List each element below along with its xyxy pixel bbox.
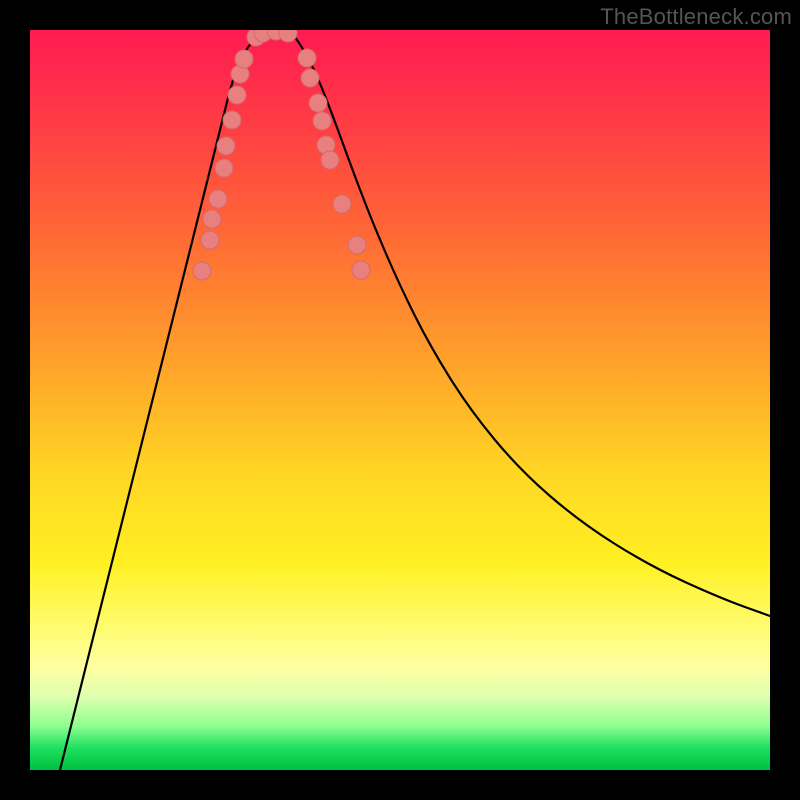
data-marker — [223, 111, 241, 129]
chart-svg — [30, 30, 770, 770]
data-marker — [333, 195, 351, 213]
data-marker — [215, 159, 233, 177]
data-marker — [201, 231, 219, 249]
chart-plot-area — [30, 30, 770, 770]
data-marker — [309, 94, 327, 112]
data-marker — [298, 49, 316, 67]
data-marker — [228, 86, 246, 104]
data-marker — [301, 69, 319, 87]
data-marker — [352, 261, 370, 279]
data-marker — [209, 190, 227, 208]
data-marker — [279, 30, 297, 42]
data-markers-group — [193, 30, 370, 280]
data-marker — [235, 50, 253, 68]
data-marker — [313, 112, 331, 130]
watermark-text: TheBottleneck.com — [600, 4, 792, 30]
curve-group — [60, 30, 770, 770]
data-marker — [203, 210, 221, 228]
data-marker — [321, 151, 339, 169]
data-marker — [348, 236, 366, 254]
bottleneck-curve — [60, 30, 770, 770]
data-marker — [193, 262, 211, 280]
data-marker — [217, 137, 235, 155]
